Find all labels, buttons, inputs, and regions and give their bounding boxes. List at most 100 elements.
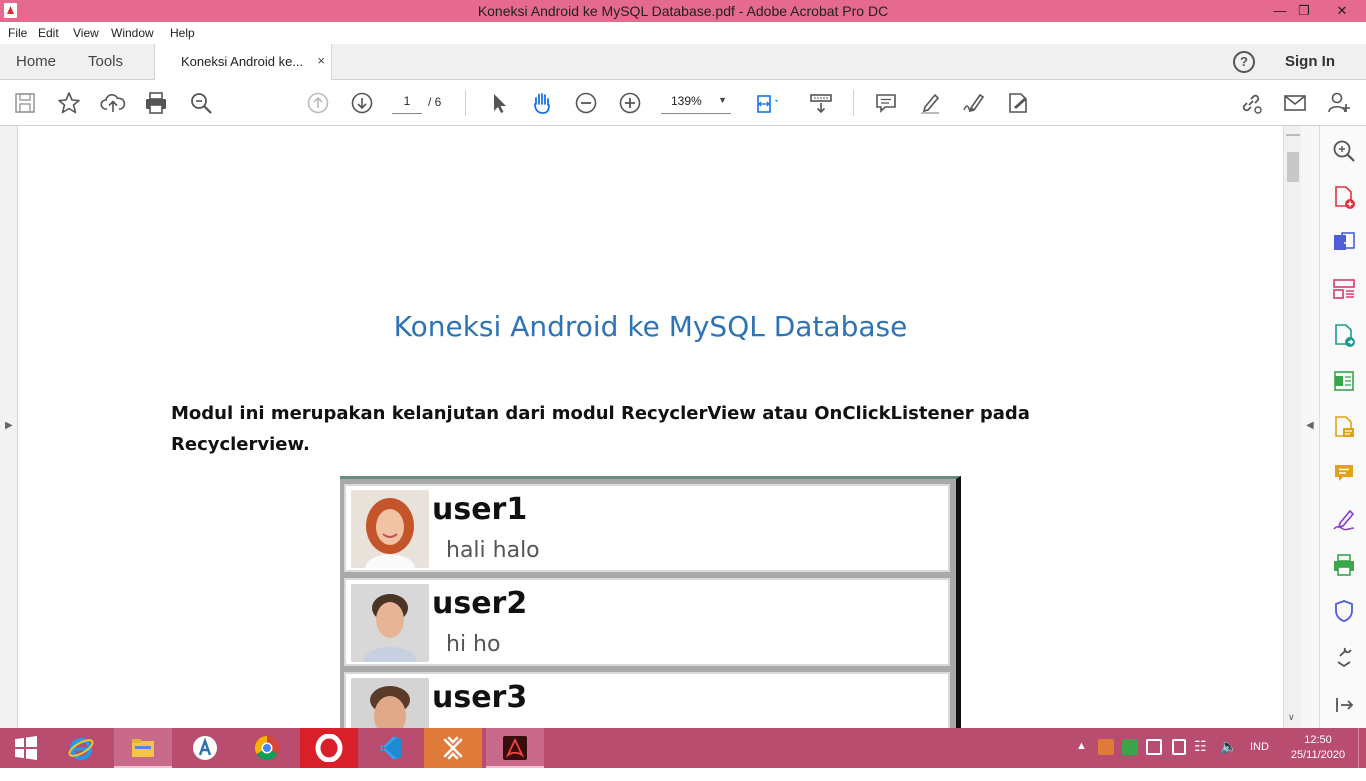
menu-bar: File Edit View Window Help (0, 22, 1366, 44)
list-item-name: user1 (432, 492, 528, 527)
input-language[interactable]: IND (1250, 741, 1269, 781)
previous-page-icon[interactable] (305, 90, 331, 116)
close-tab-icon[interactable]: × (317, 53, 325, 68)
select-cursor-icon[interactable] (486, 90, 512, 116)
page-fit-icon[interactable] (755, 90, 781, 116)
close-window-button[interactable]: ✕ (1318, 0, 1366, 22)
taskbar-acrobat[interactable] (486, 728, 544, 768)
comment-tool-icon[interactable] (1331, 414, 1357, 440)
start-button[interactable] (0, 728, 58, 768)
title-bar: Koneksi Android ke MySQL Database.pdf - … (0, 0, 1366, 22)
list-item-message: hali halo (446, 538, 540, 563)
menu-file[interactable]: File (8, 26, 27, 40)
taskbar: ▲ ☷ 🔈 IND 12:50 25/11/2020 (0, 728, 1366, 768)
show-desktop-button[interactable] (1358, 728, 1366, 768)
export-pdf-icon[interactable] (1331, 230, 1357, 256)
fill-sign-tool-icon[interactable] (1331, 506, 1357, 532)
tools-pane (1319, 126, 1366, 728)
share-link-icon[interactable] (1238, 90, 1264, 116)
chevron-right-icon: ▶ (5, 420, 13, 431)
list-item-name: user2 (432, 586, 528, 621)
highlight-pen-icon[interactable] (917, 90, 943, 116)
page-total: / 6 (428, 95, 442, 109)
embedded-screenshot: user1 hali halo user2 hi ho user3 (340, 476, 961, 728)
more-tools-icon[interactable] (1331, 644, 1357, 670)
collapse-pane-icon[interactable] (1331, 692, 1357, 718)
save-icon[interactable] (12, 90, 38, 116)
tab-bar: Home Tools Koneksi Android ke... × ? Sig… (0, 44, 1366, 80)
chevron-down-icon: ▼ (718, 95, 727, 105)
window-title: Koneksi Android ke MySQL Database.pdf - … (477, 3, 889, 19)
security-tray-icon[interactable] (1146, 739, 1162, 755)
avatar (351, 490, 429, 568)
sign-in-button[interactable]: Sign In (1285, 53, 1335, 70)
zoom-in-icon[interactable] (617, 90, 643, 116)
search-tool-icon[interactable] (1331, 138, 1357, 164)
annotate-icon[interactable] (1331, 460, 1357, 486)
zoom-value: 139% (671, 94, 702, 108)
battery-icon[interactable] (1172, 739, 1186, 755)
next-page-icon[interactable] (349, 90, 375, 116)
clock-date: 25/11/2020 (1290, 749, 1346, 761)
protect-shield-icon[interactable] (1331, 598, 1357, 624)
network-app-tray-icon[interactable] (1122, 739, 1138, 755)
wifi-icon[interactable]: ☷ (1194, 738, 1207, 778)
menu-view[interactable]: View (73, 26, 99, 40)
scroll-up-icon[interactable] (1286, 134, 1300, 136)
scroll-down-icon[interactable]: ∨ (1288, 712, 1295, 723)
taskbar-android-studio[interactable] (176, 728, 234, 768)
read-mode-icon[interactable] (808, 90, 834, 116)
print-production-icon[interactable] (1331, 552, 1357, 578)
organize-pages-icon[interactable] (1331, 276, 1357, 302)
tab-document-label: Koneksi Android ke... (181, 54, 304, 69)
zoom-select[interactable]: 139% ▼ (661, 94, 731, 114)
clock-time: 12:50 (1304, 734, 1332, 746)
volume-icon[interactable]: 🔈 (1220, 738, 1237, 778)
document-paragraph: Modul ini merupakan kelanjutan dari modu… (171, 403, 1030, 455)
page-number-input[interactable]: 1 (392, 94, 422, 114)
right-panel-toggle[interactable]: ◀ (1301, 126, 1319, 728)
restore-button[interactable]: ❐ (1290, 0, 1318, 22)
zoom-out-icon[interactable] (573, 90, 599, 116)
tab-home[interactable]: Home (16, 53, 56, 70)
help-icon[interactable]: ? (1233, 51, 1255, 73)
taskbar-internet-explorer[interactable] (52, 728, 110, 768)
taskbar-vscode[interactable] (362, 728, 420, 768)
xampp-tray-icon[interactable] (1098, 739, 1114, 755)
upload-cloud-icon[interactable] (100, 90, 126, 116)
list-item: user1 hali halo (344, 484, 950, 572)
document-view[interactable]: Koneksi Android ke MySQL Database Modul … (18, 126, 1283, 728)
combine-files-icon[interactable] (1331, 322, 1357, 348)
show-hidden-icons[interactable]: ▲ (1076, 740, 1087, 780)
scrollbar-thumb[interactable] (1287, 152, 1299, 182)
system-clock[interactable]: 12:50 25/11/2020 (1286, 733, 1350, 763)
comment-icon[interactable] (873, 90, 899, 116)
draw-signature-icon[interactable] (961, 90, 987, 116)
toolbar: 1 / 6 139% ▼ (0, 80, 1366, 126)
tab-document[interactable]: Koneksi Android ke... × (154, 44, 332, 80)
list-item-message: hi ho (446, 632, 501, 657)
avatar (351, 678, 429, 728)
edit-pdf-icon[interactable] (1331, 368, 1357, 394)
list-item-name: user3 (432, 680, 528, 715)
menu-help[interactable]: Help (170, 26, 195, 40)
document-heading: Koneksi Android ke MySQL Database (393, 310, 908, 343)
bookmark-star-icon[interactable] (56, 90, 82, 116)
taskbar-file-explorer[interactable] (114, 728, 172, 768)
taskbar-chrome[interactable] (238, 728, 296, 768)
list-item: user3 (344, 672, 950, 728)
menu-window[interactable]: Window (111, 26, 154, 40)
print-icon[interactable] (143, 90, 169, 116)
fill-sign-icon[interactable] (1005, 90, 1031, 116)
email-icon[interactable] (1282, 90, 1308, 116)
vertical-scrollbar[interactable]: ∨ (1283, 126, 1301, 728)
find-zoom-icon[interactable] (188, 90, 214, 116)
taskbar-xampp[interactable] (424, 728, 482, 768)
menu-edit[interactable]: Edit (38, 26, 59, 40)
hand-tool-icon[interactable] (529, 90, 555, 116)
create-pdf-icon[interactable] (1331, 184, 1357, 210)
tab-tools[interactable]: Tools (88, 53, 123, 70)
taskbar-opera[interactable] (300, 728, 358, 768)
add-user-icon[interactable] (1326, 90, 1352, 116)
left-panel-toggle[interactable]: ▶ (0, 126, 18, 728)
